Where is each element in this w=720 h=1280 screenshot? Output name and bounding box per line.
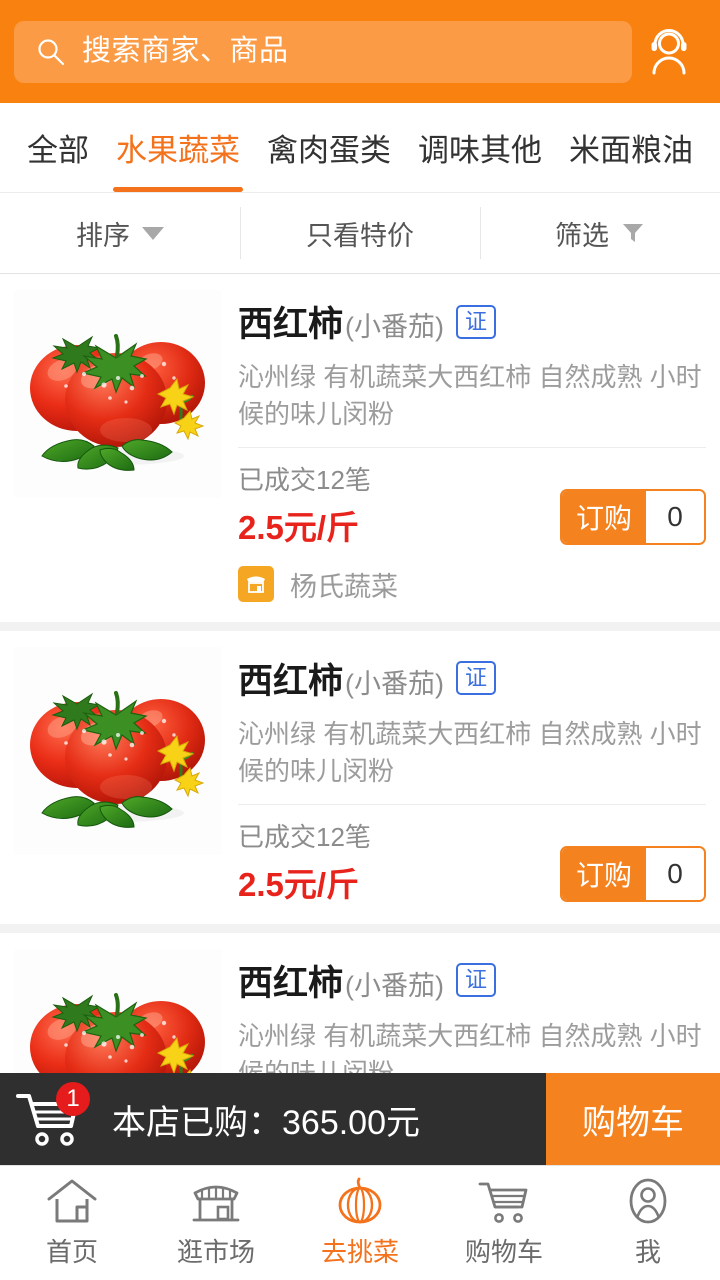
product-description: 沁州绿 有机蔬菜大西红柿 自然成熟 小时候的味儿闵粉 [238,359,706,448]
filter-bar: 排序 只看特价 筛选 [0,192,720,274]
nav-item-2[interactable]: 去挑菜 [288,1166,432,1280]
product-price: 2.5元/斤 [238,508,360,546]
search-input[interactable]: 搜索商家、商品 [82,37,289,66]
bottom-navigation: 首页 逛市场 去挑菜 购物车 我 [0,1165,720,1280]
filter-sort-label: 排序 [76,220,130,251]
product-subtitle: (小番茄) [345,312,444,342]
shopping-cart-icon [478,1182,528,1223]
customer-service-button[interactable] [632,15,706,89]
certification-badge: 证 [456,304,496,339]
order-stepper[interactable]: 订购 0 [559,845,706,902]
product-title-row: 西红柿 (小番茄) 证 [238,949,706,1006]
product-card[interactable]: 西红柿 (小番茄) 证 沁州绿 有机蔬菜大西红柿 自然成熟 小时候的味儿闵粉 已… [0,274,720,631]
cart-icon-wrapper[interactable]: 1 [14,1082,90,1152]
category-tab-0[interactable]: 全部 [18,103,98,192]
product-meta-row: 已成交12笔 2.5元/斤 订购 0 [238,805,706,906]
filter-special-only[interactable]: 只看特价 [240,193,480,273]
filter-sort[interactable]: 排序 [0,193,240,273]
category-tab-1[interactable]: 水果蔬菜 [107,103,249,192]
product-title-row: 西红柿 (小番茄) 证 [238,647,706,704]
filter-filter-label: 筛选 [555,220,609,251]
certification-badge: 证 [456,963,496,998]
category-tab-3[interactable]: 调味其他 [409,103,551,192]
go-to-cart-button[interactable]: 购物车 [546,1073,720,1165]
product-info: 西红柿 (小番茄) 证 沁州绿 有机蔬菜大西红柿 自然成熟 小时候的味儿闵粉 已… [238,647,706,924]
category-tab-4[interactable]: 米面粮油 [560,103,702,192]
category-tab-bar: 全部 水果蔬菜 禽肉蛋类 调味其他 米面粮油 [0,103,720,192]
order-button[interactable]: 订购 [561,490,646,543]
product-image [14,646,222,855]
product-meta-left: 已成交12笔 2.5元/斤 [238,460,371,549]
nav-item-4[interactable]: 我 [576,1166,720,1280]
nav-item-label: 首页 [45,1237,98,1267]
category-tab-2[interactable]: 禽肉蛋类 [258,103,400,192]
nav-item-3[interactable]: 购物车 [432,1166,576,1280]
nav-item-0[interactable]: 首页 [0,1166,144,1280]
product-title: 西红柿 [238,661,344,701]
product-thumbnail[interactable] [14,646,222,855]
order-quantity[interactable]: 0 [646,847,704,900]
cart-badge-count: 1 [56,1082,90,1116]
product-sold-count: 已成交12笔 [238,821,371,852]
app-header: 搜索商家、商品 [0,0,720,103]
product-meta-left: 已成交12笔 2.5元/斤 [238,817,371,906]
product-title: 西红柿 [238,963,344,1003]
product-image [14,290,222,498]
order-stepper[interactable]: 订购 0 [559,488,706,545]
funnel-icon [623,224,643,242]
home-icon [47,1179,97,1223]
product-card[interactable]: 西红柿 (小番茄) 证 沁州绿 有机蔬菜大西红柿 自然成熟 小时候的味儿闵粉 已… [0,630,720,933]
order-quantity[interactable]: 0 [646,490,704,543]
nav-item-1[interactable]: 逛市场 [144,1166,288,1280]
product-sold-count: 已成交12笔 [238,464,371,495]
product-price: 2.5元/斤 [238,865,360,903]
card-spacer [238,906,706,924]
search-bar[interactable]: 搜索商家、商品 [14,20,632,83]
product-title-row: 西红柿 (小番茄) 证 [238,290,706,347]
nav-item-label: 我 [634,1237,661,1267]
customer-service-icon [651,28,687,74]
product-description: 沁州绿 有机蔬菜大西红柿 自然成熟 小时候的味儿闵粉 [238,716,706,805]
product-subtitle: (小番茄) [345,970,444,1001]
product-subtitle: (小番茄) [345,668,444,699]
nav-item-label: 逛市场 [176,1237,255,1267]
app-screen: 搜索商家、商品 全部 水果蔬菜 禽肉蛋类 调味其他 米面粮油 排序 只看特价 筛选 [0,0,720,1280]
product-title: 西红柿 [238,305,344,344]
nav-item-label: 去挑菜 [320,1237,399,1267]
store-cart-bar: 1 本店已购：365.00元 购物车 [0,1073,720,1165]
product-meta-row: 已成交12笔 2.5元/斤 订购 0 [238,448,706,549]
market-stall-icon [192,1185,240,1222]
filter-filter[interactable]: 筛选 [480,193,720,273]
user-profile-icon [629,1178,667,1224]
pumpkin-icon [338,1177,382,1224]
filter-special-only-label: 只看特价 [306,220,414,251]
chevron-down-icon [142,226,164,240]
shop-name: 杨氏蔬菜 [290,571,398,602]
certification-badge: 证 [456,661,496,696]
order-button[interactable]: 订购 [561,847,646,900]
nav-item-label: 购物车 [464,1237,543,1267]
search-icon [38,38,65,65]
shop-row[interactable]: 杨氏蔬菜 [238,549,706,622]
cart-total-text: 本店已购：365.00元 [112,1103,420,1142]
product-info: 西红柿 (小番茄) 证 沁州绿 有机蔬菜大西红柿 自然成熟 小时候的味儿闵粉 已… [238,290,706,622]
product-thumbnail[interactable] [14,290,222,498]
cart-summary[interactable]: 1 本店已购：365.00元 [0,1073,546,1165]
shop-icon [238,566,274,603]
